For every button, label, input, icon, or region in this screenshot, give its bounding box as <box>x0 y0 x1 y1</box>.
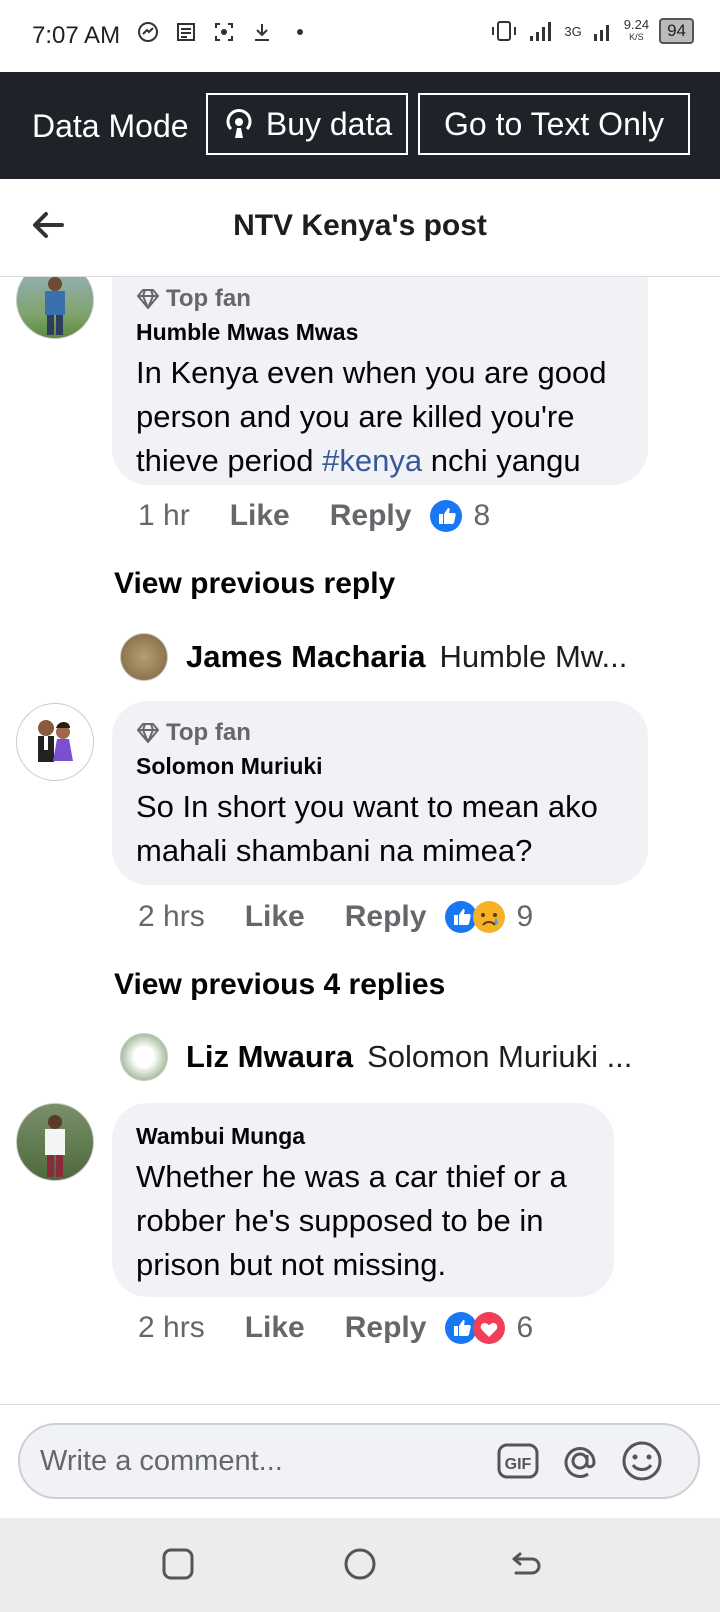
news-icon <box>177 23 195 41</box>
avatar <box>120 633 168 681</box>
comment-author[interactable]: Wambui Munga <box>136 1123 305 1150</box>
comment-composer: Write a comment... GIF <box>0 1404 720 1519</box>
comment-text: In Kenya even when you are good person a… <box>136 355 607 478</box>
page-title: NTV Kenya's post <box>233 209 487 242</box>
comment-input[interactable]: Write a comment... GIF <box>18 1423 700 1499</box>
dot-icon <box>297 29 303 35</box>
top-fan-badge: Top fan <box>136 719 251 747</box>
love-reaction-icon <box>473 1312 506 1344</box>
comment-text: So In short you want to mean ako mahali … <box>136 789 598 868</box>
screenshot-icon <box>215 23 233 41</box>
status-bar: 7:07 AM 3G 9.24 K/S 94 <box>0 0 720 72</box>
avatar[interactable] <box>16 1103 94 1181</box>
comment-actions: 2 hrs Like Reply 9 <box>138 900 533 934</box>
comment-actions: 1 hr Like Reply 8 <box>138 499 490 533</box>
avatar <box>120 1033 168 1081</box>
comment-time: 2 hrs <box>138 900 205 933</box>
like-button[interactable]: Like <box>245 900 305 934</box>
reply-preview[interactable]: Liz Mwaura Solomon Muriuki ... <box>120 1033 632 1081</box>
buy-data-button[interactable]: Buy data <box>206 93 408 155</box>
view-previous-replies[interactable]: View previous 4 replies <box>114 968 445 1002</box>
status-time: 7:07 AM <box>32 22 121 49</box>
reply-preview[interactable]: James Macharia Humble Mw... <box>120 633 627 681</box>
avatar[interactable] <box>16 277 94 339</box>
reactions-summary[interactable]: 6 <box>444 1311 533 1345</box>
comment-placeholder: Write a comment... <box>40 1445 283 1477</box>
battery-icon: 94 <box>659 18 694 44</box>
status-notification-icons <box>136 20 312 44</box>
like-button[interactable]: Like <box>230 499 290 533</box>
comment-bubble[interactable]: Wambui Munga Whether he was a car thief … <box>112 1103 614 1297</box>
diamond-icon <box>137 289 159 309</box>
back-nav-icon[interactable] <box>508 1546 544 1582</box>
text-only-button[interactable]: Go to Text Only <box>418 93 690 155</box>
reaction-count: 9 <box>516 900 534 933</box>
view-previous-replies[interactable]: View previous reply <box>114 567 395 601</box>
reaction-count: 6 <box>516 1311 534 1344</box>
like-reaction-icon <box>430 500 463 532</box>
reactions-summary[interactable]: 9 <box>444 900 533 934</box>
download-icon <box>255 24 269 41</box>
hashtag-link[interactable]: #kenya <box>322 443 422 478</box>
network-speed: 9.24 K/S <box>623 17 650 42</box>
status-system-icons: 3G 9.24 K/S 94 <box>490 18 694 44</box>
comments-feed[interactable]: Top fan Humble Mwas Mwas In Kenya even w… <box>0 277 720 1404</box>
recent-apps-icon[interactable] <box>160 1546 196 1582</box>
mention-icon[interactable] <box>558 1439 602 1483</box>
reply-button[interactable]: Reply <box>330 499 412 533</box>
reactions-summary[interactable]: 8 <box>429 499 490 533</box>
post-header: NTV Kenya's post <box>0 179 720 277</box>
signal-icon <box>530 22 552 41</box>
comment-time: 1 hr <box>138 499 190 532</box>
podcast-signal-icon <box>226 109 252 138</box>
reply-snippet: Solomon Muriuki ... <box>367 1039 633 1074</box>
data-mode-label: Data Mode <box>32 108 189 144</box>
comment-bubble[interactable]: Top fan Humble Mwas Mwas In Kenya even w… <box>112 277 648 485</box>
diamond-icon <box>137 723 159 743</box>
signal-3g-icon <box>593 25 609 41</box>
vibrate-icon <box>492 21 517 41</box>
comment-actions: 2 hrs Like Reply 6 <box>138 1311 533 1345</box>
comment-author[interactable]: Solomon Muriuki <box>136 753 323 780</box>
like-button[interactable]: Like <box>245 1311 305 1345</box>
comment-author[interactable]: Humble Mwas Mwas <box>136 319 358 346</box>
home-icon[interactable] <box>342 1546 378 1582</box>
reply-author: James Macharia <box>186 639 426 674</box>
emoji-icon[interactable] <box>620 1439 664 1483</box>
gif-icon[interactable]: GIF <box>496 1439 540 1483</box>
reply-author: Liz Mwaura <box>186 1039 354 1074</box>
data-mode-bar: Data Mode Buy data Go to Text Only <box>0 72 720 179</box>
reaction-count: 8 <box>473 499 491 532</box>
system-navigation-bar <box>0 1518 720 1612</box>
network-type: 3G <box>564 23 582 39</box>
reply-button[interactable]: Reply <box>345 1311 427 1345</box>
reply-button[interactable]: Reply <box>345 900 427 934</box>
svg-text:GIF: GIF <box>505 1456 532 1473</box>
messenger-icon <box>138 22 158 42</box>
top-fan-badge: Top fan <box>136 285 251 313</box>
sad-reaction-icon <box>473 901 506 933</box>
avatar[interactable] <box>16 703 94 781</box>
reply-snippet: Humble Mw... <box>439 639 628 674</box>
comment-bubble[interactable]: Top fan Solomon Muriuki So In short you … <box>112 701 648 885</box>
comment-time: 2 hrs <box>138 1311 205 1344</box>
comment-text: Whether he was a car thief or a robber h… <box>136 1159 567 1282</box>
